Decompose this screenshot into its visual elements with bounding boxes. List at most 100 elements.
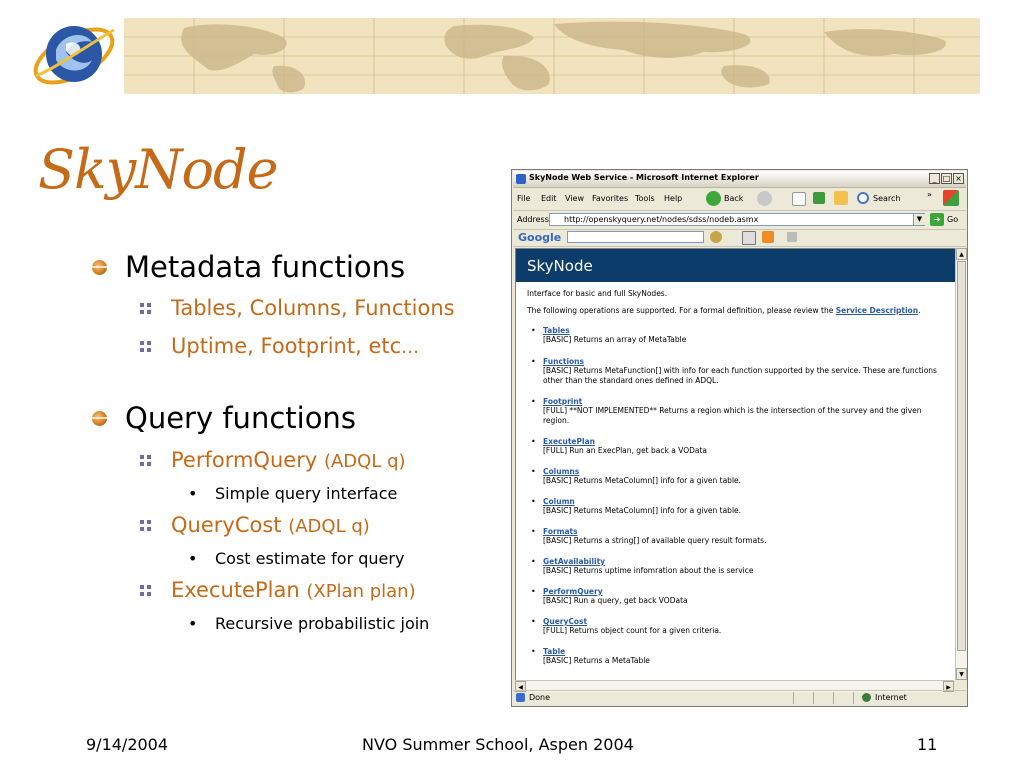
- google-toolbar: Google: [513, 229, 966, 247]
- operation-link[interactable]: PerformQuery: [543, 587, 943, 596]
- google-search-input[interactable]: [567, 231, 704, 243]
- sub-bullet: Tables, Columns, Functions: [140, 296, 455, 320]
- ops-intro-text: The following operations are supported. …: [527, 306, 834, 315]
- search-button[interactable]: Search: [873, 194, 900, 210]
- sub-bullet-marker-icon: [140, 341, 151, 352]
- operation-desc: [BASIC] Returns MetaColumn[] info for a …: [543, 476, 742, 485]
- menu-edit[interactable]: Edit: [541, 194, 557, 203]
- menu-favorites[interactable]: Favorites: [592, 194, 628, 203]
- page-viewport: SkyNode Interface for basic and full Sky…: [515, 248, 955, 681]
- sub-bullet-marker-icon: [140, 520, 151, 531]
- minimize-icon[interactable]: _: [929, 173, 940, 184]
- dot-bullet-icon: •: [188, 614, 198, 633]
- operation-item: • QueryCost [FULL] Returns object count …: [531, 617, 943, 636]
- sub-bullet: ExecutePlan (XPlan plan): [140, 578, 416, 602]
- toolbar-more[interactable]: »: [927, 190, 932, 206]
- search-icon[interactable]: [857, 192, 869, 204]
- operation-item: • ExecutePlan [FULL] Run an ExecPlan, ge…: [531, 437, 943, 456]
- operation-desc: [BASIC] Returns uptime infomration about…: [543, 566, 754, 575]
- operation-item: • Column [BASIC] Returns MetaColumn[] in…: [531, 497, 943, 516]
- operation-link[interactable]: Functions: [543, 357, 943, 366]
- sub-bullet-text: Uptime, Footprint, etc: [171, 334, 402, 358]
- dot-bullet-icon: •: [531, 397, 536, 406]
- sub-bullet-text: Tables, Columns, Functions: [171, 296, 455, 320]
- menu-tools[interactable]: Tools: [635, 194, 655, 203]
- dot-bullet-icon: •: [531, 587, 536, 596]
- operation-desc: [FULL] **NOT IMPLEMENTED** Returns a reg…: [543, 406, 922, 425]
- stop-icon[interactable]: [792, 192, 806, 206]
- settings-icon[interactable]: [710, 231, 722, 243]
- operation-item: • Footprint [FULL] **NOT IMPLEMENTED** R…: [531, 397, 943, 426]
- go-button[interactable]: Go: [947, 215, 958, 224]
- detail-text: Recursive probabilistic join: [215, 614, 430, 633]
- back-arrow-icon[interactable]: [706, 191, 721, 206]
- sub-bullet: PerformQuery (ADQL q): [140, 448, 406, 472]
- home-icon[interactable]: [834, 191, 848, 205]
- vertical-scrollbar[interactable]: ▲ ▼: [955, 248, 967, 680]
- ie-icon: [516, 174, 526, 184]
- close-icon[interactable]: ×: [953, 173, 964, 184]
- address-input[interactable]: http://openskyquery.net/nodes/sdss/nodeb…: [549, 213, 925, 226]
- print-icon[interactable]: [742, 231, 756, 245]
- operation-desc: [FULL] Returns object count for a given …: [543, 626, 722, 635]
- refresh-icon[interactable]: [813, 192, 825, 204]
- operation-link[interactable]: Footprint: [543, 397, 943, 406]
- dot-bullet-icon: •: [531, 617, 536, 626]
- dot-bullet-icon: •: [531, 437, 536, 446]
- sub-bullet-marker-icon: [140, 455, 151, 466]
- operation-link[interactable]: Columns: [543, 467, 943, 476]
- scroll-up-icon[interactable]: ▲: [956, 248, 967, 260]
- address-label: Address: [517, 215, 549, 224]
- operation-link[interactable]: Tables: [543, 326, 943, 335]
- back-button[interactable]: Back: [724, 194, 743, 210]
- operation-item: • Formats [BASIC] Returns a string[] of …: [531, 527, 943, 546]
- bullet-marker-icon: [92, 260, 107, 275]
- dot-bullet-icon: •: [531, 467, 536, 476]
- sub-bullet-param: (XPlan plan): [306, 581, 416, 602]
- operation-item: • Tables [BASIC] Returns an array of Met…: [531, 326, 943, 345]
- footer-page-number: 11: [917, 735, 938, 754]
- sub-bullet-text: QueryCost: [171, 513, 282, 537]
- go-arrow-icon[interactable]: ➔: [930, 213, 944, 226]
- bullet-list: Metadata functions Tables, Columns, Func…: [0, 0, 510, 768]
- operation-desc: [BASIC] Returns a MetaTable: [543, 656, 650, 665]
- dot-bullet-icon: •: [188, 484, 198, 503]
- operation-link[interactable]: Column: [543, 497, 943, 506]
- dot-bullet-icon: •: [531, 557, 536, 566]
- operation-link[interactable]: ExecutePlan: [543, 437, 943, 446]
- sub-bullet-suffix: …: [401, 337, 420, 358]
- operation-link[interactable]: GetAvailability: [543, 557, 943, 566]
- detail-text: Cost estimate for query: [215, 549, 405, 568]
- windows-logo-icon: [943, 190, 959, 206]
- menu-help[interactable]: Help: [664, 194, 682, 203]
- chevron-down-icon[interactable]: ▼: [913, 214, 925, 225]
- operation-item: • Table [BASIC] Returns a MetaTable: [531, 647, 943, 666]
- status-divider: [813, 692, 814, 704]
- sub-bullet-param: (ADQL q): [288, 516, 370, 537]
- dot-bullet-icon: •: [188, 549, 198, 568]
- menu-file[interactable]: File: [517, 194, 530, 203]
- operation-link[interactable]: Formats: [543, 527, 943, 536]
- status-bar: Done Internet: [513, 690, 966, 705]
- pencil-icon[interactable]: [787, 232, 797, 242]
- window-titlebar: SkyNode Web Service - Microsoft Internet…: [513, 171, 966, 188]
- scroll-down-icon[interactable]: ▼: [956, 668, 967, 680]
- operation-desc: [BASIC] Returns MetaFunction[] with info…: [543, 366, 937, 385]
- sub-bullet: Uptime, Footprint, etc…: [140, 334, 420, 358]
- forward-arrow-icon[interactable]: [757, 191, 772, 206]
- service-description-link[interactable]: Service Description: [836, 306, 918, 315]
- operation-link[interactable]: QueryCost: [543, 617, 943, 626]
- scroll-thumb[interactable]: [957, 261, 966, 651]
- operation-link[interactable]: Table: [543, 647, 943, 656]
- status-text: Done: [529, 693, 551, 702]
- blogger-icon[interactable]: [762, 231, 774, 243]
- google-logo: Google: [518, 231, 562, 244]
- page-header: SkyNode: [516, 249, 955, 282]
- maximize-icon[interactable]: □: [941, 173, 952, 184]
- operation-desc: [BASIC] Returns a string[] of available …: [543, 536, 767, 545]
- dot-bullet-icon: •: [531, 497, 536, 506]
- sub-bullet-text: ExecutePlan: [171, 578, 300, 602]
- menu-view[interactable]: View: [565, 194, 584, 203]
- status-divider: [853, 692, 854, 704]
- sub-bullet-param: (ADQL q): [323, 451, 406, 472]
